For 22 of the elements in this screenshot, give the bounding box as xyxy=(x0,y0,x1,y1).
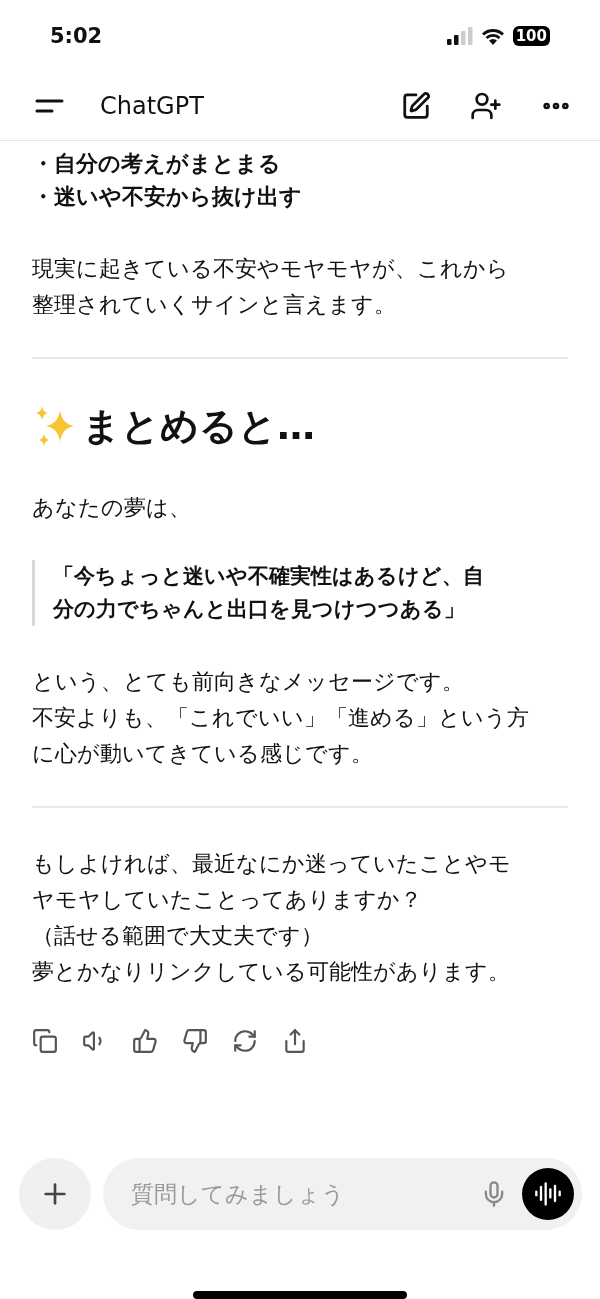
copy-button[interactable] xyxy=(32,1028,58,1054)
paragraph: あなたの夢は、 xyxy=(32,494,192,522)
app-title: ChatGPT xyxy=(100,92,205,120)
message-input[interactable]: 質問してみましょう xyxy=(129,1180,466,1208)
voice-button[interactable] xyxy=(522,1168,574,1220)
message-field[interactable]: 質問してみましょう xyxy=(103,1158,582,1230)
thumbs-up-button[interactable] xyxy=(132,1028,158,1054)
paragraph: もしよければ、最近なにか迷っていたことやモ ヤモヤしていたことってありますか？ （話せる範囲で大丈夫です） 夢とかなりリンクしている可能性があります。 xyxy=(32,850,512,986)
bullet-item: ・自分の考えがまとまる xyxy=(32,150,282,178)
paragraph: 現実に起きている不安やモヤモヤが、これから 整理されていくサインと言えます。 xyxy=(32,255,510,319)
bullet-item: ・迷いや不安から抜け出す xyxy=(32,183,303,211)
status-time: 5:02 xyxy=(50,24,103,48)
section-heading: まとめると… xyxy=(82,403,315,450)
wifi-icon xyxy=(480,27,505,45)
paragraph: という、とても前向きなメッセージです。 不安よりも、「これでいい」「進める」という方 に心が動いてきている感じです。 xyxy=(32,668,530,768)
quote: 「今ちょっと迷いや不確実性はあるけど、自 分の力でちゃんと出口を見つけつつある」 xyxy=(32,560,568,626)
regenerate-button[interactable] xyxy=(232,1028,258,1054)
battery-level: 100 xyxy=(512,26,550,46)
share-button[interactable] xyxy=(282,1028,308,1054)
thumbs-down-button[interactable] xyxy=(182,1028,208,1054)
waveform-icon[interactable] xyxy=(534,1180,562,1208)
signal-icon xyxy=(446,27,473,45)
